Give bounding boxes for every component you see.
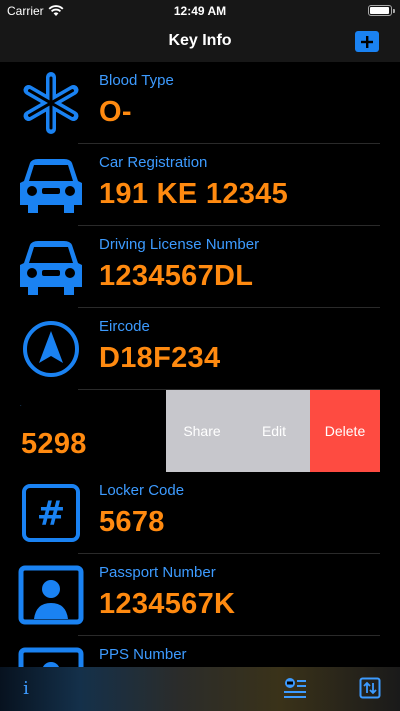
delete-button[interactable]: Delete <box>310 390 380 472</box>
info-button[interactable]: i <box>18 678 34 700</box>
item-label: Blood Type <box>99 72 174 89</box>
sort-icon[interactable] <box>359 677 381 699</box>
list-item[interactable]: # Locker Code 5678 <box>0 472 400 554</box>
item-value: 5298 <box>21 428 87 460</box>
bottom-toolbar: i <box>0 667 400 711</box>
list-item[interactable]: Passport Number 1234567K <box>0 554 400 636</box>
item-label: Locker Code <box>99 482 185 499</box>
swipe-actions: Share Edit Delete <box>166 390 380 472</box>
list-item[interactable]: Driving License Number 1234567DL <box>0 226 400 308</box>
add-button[interactable] <box>355 31 379 52</box>
plus-icon <box>361 35 373 48</box>
svg-text:#: # <box>37 494 66 534</box>
list-item[interactable]: PPS Number <box>0 636 400 667</box>
navigation-bar: Key Info <box>0 22 400 62</box>
status-bar: Carrier 12:49 AM <box>0 0 400 22</box>
item-label: Eircode <box>99 318 150 335</box>
list-item[interactable]: Eircode D18F234 <box>0 308 400 390</box>
item-value: 1234567DL <box>99 260 254 292</box>
navigation-arrow-icon <box>16 316 86 382</box>
item-label: - <box>20 402 22 407</box>
item-value: O- <box>99 96 132 128</box>
person-card-icon <box>16 644 86 667</box>
person-card-icon <box>16 562 86 628</box>
item-label: PPS Number <box>99 646 187 663</box>
hash-icon: # <box>16 480 86 546</box>
item-value: 5678 <box>99 506 165 538</box>
list-item[interactable]: Car Registration 191 KE 12345 <box>0 144 400 226</box>
edit-button[interactable]: Edit <box>238 390 310 472</box>
key-info-list[interactable]: Blood Type O- Car Registration 191 KE 12… <box>0 62 400 667</box>
item-value: D18F234 <box>99 342 221 374</box>
car-icon <box>16 234 86 300</box>
car-icon <box>16 152 86 218</box>
item-value: 191 KE 12345 <box>99 178 289 210</box>
medical-star-icon <box>16 70 86 136</box>
list-details-icon[interactable] <box>283 676 307 700</box>
item-label: Driving License Number <box>99 236 260 253</box>
item-label: Passport Number <box>99 564 216 581</box>
clock: 12:49 AM <box>173 4 227 18</box>
list-item-swiped[interactable]: - 5298 Share Edit Delete <box>0 390 400 472</box>
battery-icon <box>368 5 395 16</box>
list-item[interactable]: Blood Type O- <box>0 62 400 144</box>
item-value: 1234567K <box>99 588 236 620</box>
share-button[interactable]: Share <box>166 390 238 472</box>
page-title: Key Info <box>168 32 232 49</box>
item-label: Car Registration <box>99 154 208 171</box>
